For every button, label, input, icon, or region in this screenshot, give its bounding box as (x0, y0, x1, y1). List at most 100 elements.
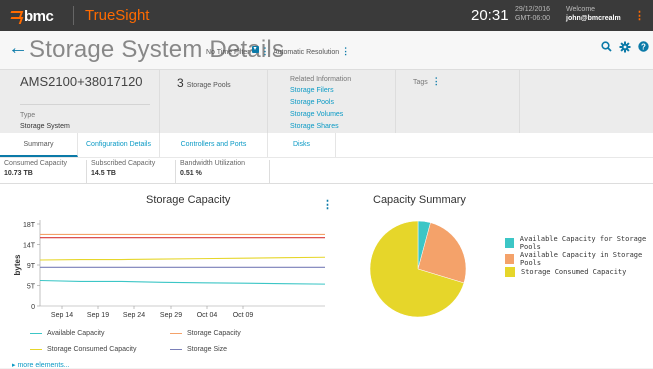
type-label: Type (20, 112, 36, 119)
y-tick-label: 0 (31, 304, 35, 311)
pool-label: Storage Pools (186, 82, 231, 89)
time-filter-label: No Time Filter (206, 49, 250, 56)
x-tick-label: Sep 29 (160, 312, 182, 319)
legend-label: Available Capacity in Storage Pools (520, 251, 643, 267)
legend-swatch (30, 349, 42, 350)
brand-name: bmc (24, 8, 54, 25)
tags-kebab-icon[interactable]: ⋮ (432, 76, 441, 86)
legend-swatch (170, 349, 182, 350)
legend-storage-consumed-capacity[interactable]: Storage Consumed Capacity (30, 346, 137, 353)
metric-label: Subscribed Capacity (91, 160, 156, 167)
resolution-selector[interactable]: Automatic Resolution ⋮ (273, 46, 350, 57)
storage-capacity-chart: bytes 0 5T 9T 14T 18T Sep 14 Sep 19 Sep 24 Sep 29… (13, 220, 326, 319)
metric-subscribed-capacity: Subscribed Capacity 14.5 TB (87, 160, 176, 184)
pie-legend-consumed[interactable]: Storage Consumed Capacity (505, 267, 626, 277)
tags-card: Tags ⋮ (396, 70, 520, 134)
legend-swatch (505, 238, 514, 248)
pools-card: 3 Storage Pools (160, 70, 268, 134)
topbar-divider (73, 6, 74, 25)
legend-swatch (170, 333, 182, 334)
y-tick-label: 18T (23, 222, 36, 229)
empty-card (520, 70, 653, 134)
metric-label: Consumed Capacity (4, 160, 68, 167)
legend-label: Storage Consumed Capacity (47, 346, 137, 353)
legend-label: Storage Capacity (187, 330, 241, 337)
capacity-summary-pie (369, 220, 467, 318)
resolution-kebab-icon[interactable]: ⋮ (341, 46, 350, 56)
metrics-bar: Consumed Capacity 10.73 TB Subscribed Ca… (0, 157, 653, 184)
metric-value: 0.51 % (180, 170, 202, 177)
system-info: AMS2100+38017120 Type Storage System 3 St… (0, 69, 653, 134)
legend-available-capacity[interactable]: Available Capacity (30, 330, 104, 337)
metric-value: 10.73 TB (4, 170, 33, 177)
metric-label: Bandwidth Utilization (180, 160, 245, 167)
pie-chart-title: Capacity Summary (373, 194, 466, 206)
y-tick-label: 14T (23, 243, 36, 250)
pool-count: 3 (177, 76, 184, 90)
date-display: 29/12/2016 GMT-06:00 (515, 5, 550, 23)
tags: Tags ⋮ (413, 76, 441, 87)
svg-text:?: ? (641, 42, 646, 51)
link-storage-shares[interactable]: Storage Shares (290, 123, 339, 130)
tab-bar: Summary Configuration Details Controller… (0, 133, 653, 157)
back-arrow-icon[interactable]: ← (8, 37, 28, 60)
pool-summary: 3 Storage Pools (177, 76, 231, 90)
timezone-value: GMT-06:00 (515, 15, 551, 22)
x-tick-label: Sep 24 (123, 312, 145, 319)
app-menu-kebab-icon[interactable]: ⋮ (634, 9, 645, 22)
tab-controllers-and-ports[interactable]: Controllers and Ports (160, 133, 268, 157)
filter-icon[interactable]: ▾ (251, 46, 259, 53)
top-bar: bmc TrueSight 20:31 29/12/2016 GMT-06:00… (0, 0, 653, 31)
help-icon[interactable]: ? (638, 41, 649, 56)
gear-icon[interactable] (619, 41, 631, 56)
y-tick-label: 9T (27, 263, 36, 270)
y-axis-label: bytes (13, 254, 22, 275)
bmc-logo[interactable]: bmc (10, 8, 54, 25)
link-storage-filers[interactable]: Storage Filers (290, 87, 334, 94)
time-filter-kebab-icon[interactable]: ⋮ (260, 46, 269, 56)
tab-disks[interactable]: Disks (268, 133, 336, 157)
welcome-label: Welcome (566, 6, 596, 13)
legend-swatch (30, 333, 42, 334)
line-chart-title: Storage Capacity (146, 194, 231, 206)
x-tick-label: Sep 14 (51, 312, 73, 319)
link-storage-volumes[interactable]: Storage Volumes (290, 111, 343, 118)
pie-legend-available-for-pools[interactable]: Available Capacity for Storage Pools (505, 235, 653, 251)
resolution-label: Automatic Resolution (273, 49, 340, 56)
header-actions: ? (601, 41, 649, 56)
legend-storage-capacity[interactable]: Storage Capacity (170, 330, 241, 337)
type-value: Storage System (20, 123, 70, 130)
time-filter[interactable]: No Time Filter ▾ ⋮ (206, 46, 269, 57)
tab-summary[interactable]: Summary (0, 133, 78, 157)
divider (20, 104, 150, 105)
x-tick-label: Oct 04 (197, 312, 218, 319)
legend-swatch (505, 254, 515, 264)
metric-bandwidth-utilization: Bandwidth Utilization 0.51 % (176, 160, 270, 184)
user-menu[interactable]: Welcome john@bmcrealm (566, 5, 621, 23)
series-line-0 (39, 279, 326, 285)
x-tick-label: Oct 09 (233, 312, 254, 319)
bmc-logo-icon (10, 10, 20, 24)
legend-swatch (505, 267, 515, 277)
related-info-label: Related Information (290, 76, 352, 83)
related-info-card: Related Information Storage Filers Stora… (268, 70, 396, 134)
username: john@bmcrealm (566, 15, 621, 22)
y-tick-label: 5T (27, 284, 36, 291)
legend-label: Available Capacity for Storage Pools (519, 235, 647, 251)
series-line-2 (39, 256, 326, 261)
pie-legend-available-in-pools[interactable]: Available Capacity in Storage Pools (505, 251, 653, 267)
link-storage-pools[interactable]: Storage Pools (290, 99, 334, 106)
legend-storage-size[interactable]: Storage Size (170, 346, 227, 353)
product-name: TrueSight (85, 7, 150, 24)
search-icon[interactable] (601, 41, 612, 56)
legend-label: Storage Size (187, 346, 228, 353)
x-tick-label: Sep 19 (87, 312, 109, 319)
charts-panel: Storage Capacity ⋮ bytes 0 5T 9T 14T 18T Sep 1… (0, 183, 653, 369)
metric-value: 14.5 TB (91, 170, 116, 177)
page-header: ← Storage System Details No Time Filter … (0, 31, 653, 69)
legend-label: Storage Consumed Capacity (521, 268, 627, 276)
tab-configuration-details[interactable]: Configuration Details (78, 133, 160, 157)
clock: 20:31 (471, 7, 509, 24)
metric-consumed-capacity: Consumed Capacity 10.73 TB (0, 160, 87, 184)
tags-label: Tags (413, 79, 428, 86)
